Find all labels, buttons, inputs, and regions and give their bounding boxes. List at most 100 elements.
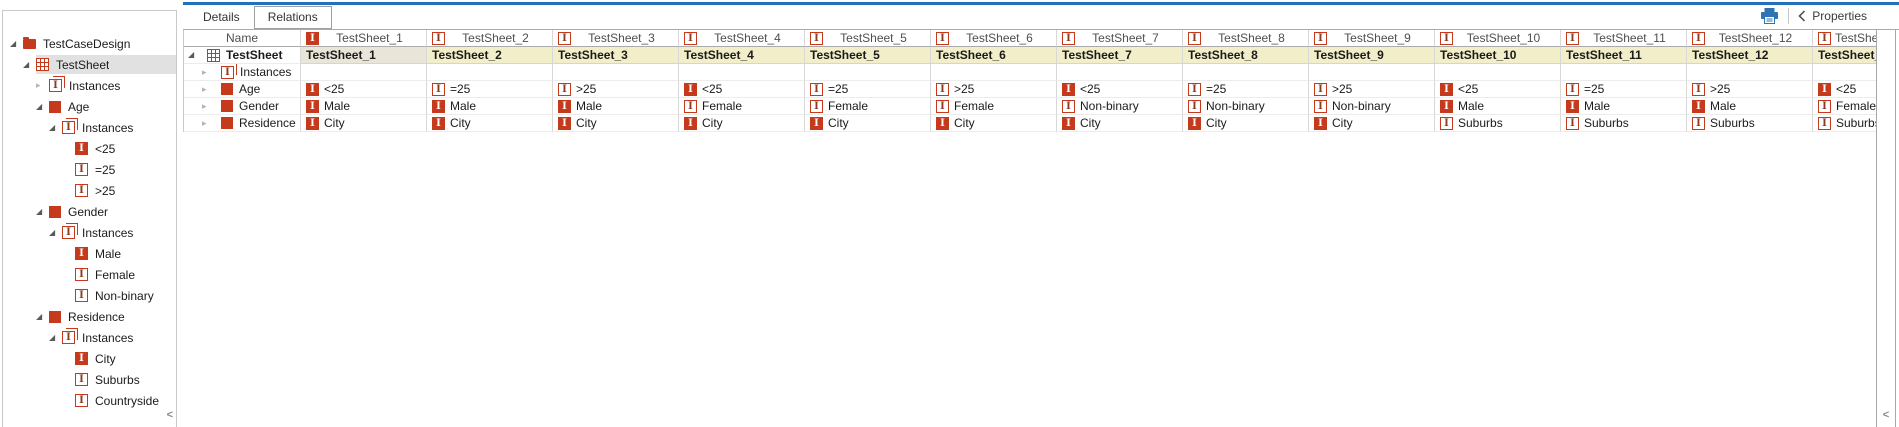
column-header-testsheet-9[interactable]: ITestSheet_9 — [1309, 30, 1435, 47]
matrix-value-cell[interactable]: IMale — [1561, 98, 1687, 115]
tree-item-male[interactable]: IMale — [3, 243, 176, 264]
matrix-value-cell[interactable]: I<25 — [1813, 81, 1877, 98]
tab-details[interactable]: Details — [189, 6, 254, 29]
matrix-value-cell[interactable]: IMale — [301, 98, 427, 115]
matrix-title-cell[interactable]: TestSheet_10 — [1435, 47, 1561, 64]
matrix-title-cell[interactable]: TestSheet_9 — [1309, 47, 1435, 64]
tree-item-instances[interactable]: ◢IInstances — [3, 117, 176, 138]
column-header-testsheet-4[interactable]: ITestSheet_4 — [679, 30, 805, 47]
tree-item-instances[interactable]: ▸IInstances — [3, 75, 176, 96]
tree-item-suburbs[interactable]: ISuburbs — [3, 369, 176, 390]
tree-item-non-binary[interactable]: INon-binary — [3, 285, 176, 306]
matrix-value-cell[interactable]: I<25 — [1435, 81, 1561, 98]
tree-item-25[interactable]: I<25 — [3, 138, 176, 159]
tree-item-instances[interactable]: ◢IInstances — [3, 222, 176, 243]
matrix-title-cell[interactable]: TestSheet_2 — [427, 47, 553, 64]
matrix-value-cell[interactable]: I=25 — [1183, 81, 1309, 98]
matrix-value-cell[interactable]: INon-binary — [1183, 98, 1309, 115]
collapse-arrow-icon[interactable]: ◢ — [188, 51, 201, 59]
matrix-empty-cell[interactable] — [805, 64, 931, 81]
matrix-title-cell[interactable]: TestSheet_11 — [1561, 47, 1687, 64]
row-name-instances[interactable]: ▸IInstances — [184, 64, 301, 81]
tree-scroll-left-icon[interactable]: < — [167, 410, 173, 421]
matrix-value-cell[interactable]: IMale — [1687, 98, 1813, 115]
tree-item-testsheet[interactable]: ◢TestSheet — [3, 54, 176, 75]
matrix-value-cell[interactable]: IFemale — [1813, 98, 1877, 115]
matrix-value-cell[interactable]: IFemale — [679, 98, 805, 115]
expand-arrow-icon[interactable]: ▸ — [36, 81, 49, 90]
matrix-value-cell[interactable]: I>25 — [1687, 81, 1813, 98]
matrix-value-cell[interactable]: I=25 — [805, 81, 931, 98]
matrix-value-cell[interactable]: I=25 — [1561, 81, 1687, 98]
matrix-empty-cell[interactable] — [1309, 64, 1435, 81]
matrix-value-cell[interactable]: IMale — [427, 98, 553, 115]
matrix-empty-cell[interactable] — [1435, 64, 1561, 81]
tree-item-age[interactable]: ◢Age — [3, 96, 176, 117]
matrix-title-cell[interactable]: TestSheet_6 — [931, 47, 1057, 64]
collapse-arrow-icon[interactable]: ◢ — [36, 208, 49, 216]
matrix-empty-cell[interactable] — [1687, 64, 1813, 81]
expand-arrow-icon[interactable]: ▸ — [202, 85, 215, 94]
matrix-value-cell[interactable]: ICity — [301, 115, 427, 132]
row-name-testsheet[interactable]: ◢TestSheet — [184, 47, 301, 64]
expand-arrow-icon[interactable]: ▸ — [202, 119, 215, 128]
tree-item-female[interactable]: IFemale — [3, 264, 176, 285]
matrix-value-cell[interactable]: I>25 — [1309, 81, 1435, 98]
matrix-empty-cell[interactable] — [931, 64, 1057, 81]
matrix-value-cell[interactable]: ICity — [553, 115, 679, 132]
matrix-value-cell[interactable]: I<25 — [1057, 81, 1183, 98]
matrix-value-cell[interactable]: ICity — [805, 115, 931, 132]
collapse-arrow-icon[interactable]: ◢ — [36, 103, 49, 111]
matrix-title-cell[interactable]: TestSheet_13 — [1813, 47, 1877, 64]
name-column-header[interactable]: Name — [184, 30, 301, 47]
tree-item-25[interactable]: I>25 — [3, 180, 176, 201]
matrix-value-cell[interactable]: I<25 — [679, 81, 805, 98]
collapse-arrow-icon[interactable]: ◢ — [36, 313, 49, 321]
expand-properties-icon[interactable]: < — [1883, 410, 1889, 421]
matrix-empty-cell[interactable] — [427, 64, 553, 81]
column-header-testsheet-5[interactable]: ITestSheet_5 — [805, 30, 931, 47]
matrix-value-cell[interactable]: INon-binary — [1309, 98, 1435, 115]
matrix-empty-cell[interactable] — [1183, 64, 1309, 81]
matrix-value-cell[interactable]: I>25 — [931, 81, 1057, 98]
expand-arrow-icon[interactable]: ▸ — [202, 68, 215, 77]
matrix-value-cell[interactable]: ISuburbs — [1435, 115, 1561, 132]
matrix-title-cell[interactable]: TestSheet_5 — [805, 47, 931, 64]
collapse-arrow-icon[interactable]: ◢ — [23, 61, 36, 69]
collapse-arrow-icon[interactable]: ◢ — [49, 124, 62, 132]
tree-item-residence[interactable]: ◢Residence — [3, 306, 176, 327]
tree-item-city[interactable]: ICity — [3, 348, 176, 369]
matrix-empty-cell[interactable] — [679, 64, 805, 81]
matrix-title-cell[interactable]: TestSheet_3 — [553, 47, 679, 64]
matrix-empty-cell[interactable] — [1561, 64, 1687, 81]
column-header-testsheet-12[interactable]: ITestSheet_12 — [1687, 30, 1813, 47]
tree-item-gender[interactable]: ◢Gender — [3, 201, 176, 222]
matrix-value-cell[interactable]: ICity — [427, 115, 553, 132]
collapse-arrow-icon[interactable]: ◢ — [10, 40, 23, 48]
matrix-value-cell[interactable]: I=25 — [427, 81, 553, 98]
matrix-value-cell[interactable]: ICity — [1309, 115, 1435, 132]
matrix-value-cell[interactable]: ISuburbs — [1561, 115, 1687, 132]
matrix-title-cell[interactable]: TestSheet_4 — [679, 47, 805, 64]
matrix-value-cell[interactable]: IFemale — [931, 98, 1057, 115]
column-header-testsheet-8[interactable]: ITestSheet_8 — [1183, 30, 1309, 47]
collapse-arrow-icon[interactable]: ◢ — [49, 229, 62, 237]
tab-relations[interactable]: Relations — [254, 6, 332, 29]
expand-arrow-icon[interactable]: ▸ — [202, 102, 215, 111]
column-header-testsheet-1[interactable]: ITestSheet_1 — [301, 30, 427, 47]
matrix-value-cell[interactable]: ICity — [931, 115, 1057, 132]
row-name-gender[interactable]: ▸Gender — [184, 98, 301, 115]
matrix-empty-cell[interactable] — [1813, 64, 1877, 81]
matrix-empty-cell[interactable] — [1057, 64, 1183, 81]
row-name-age[interactable]: ▸Age — [184, 81, 301, 98]
column-header-testsheet-2[interactable]: ITestSheet_2 — [427, 30, 553, 47]
matrix-title-cell[interactable]: TestSheet_1 — [301, 47, 427, 64]
matrix-value-cell[interactable]: I>25 — [553, 81, 679, 98]
tree-item-25[interactable]: I=25 — [3, 159, 176, 180]
matrix-value-cell[interactable]: ISuburbs — [1813, 115, 1877, 132]
collapse-arrow-icon[interactable]: ◢ — [49, 334, 62, 342]
matrix-value-cell[interactable]: ICity — [1183, 115, 1309, 132]
matrix-title-cell[interactable]: TestSheet_7 — [1057, 47, 1183, 64]
print-button[interactable] — [1760, 8, 1779, 24]
matrix-value-cell[interactable]: INon-binary — [1057, 98, 1183, 115]
